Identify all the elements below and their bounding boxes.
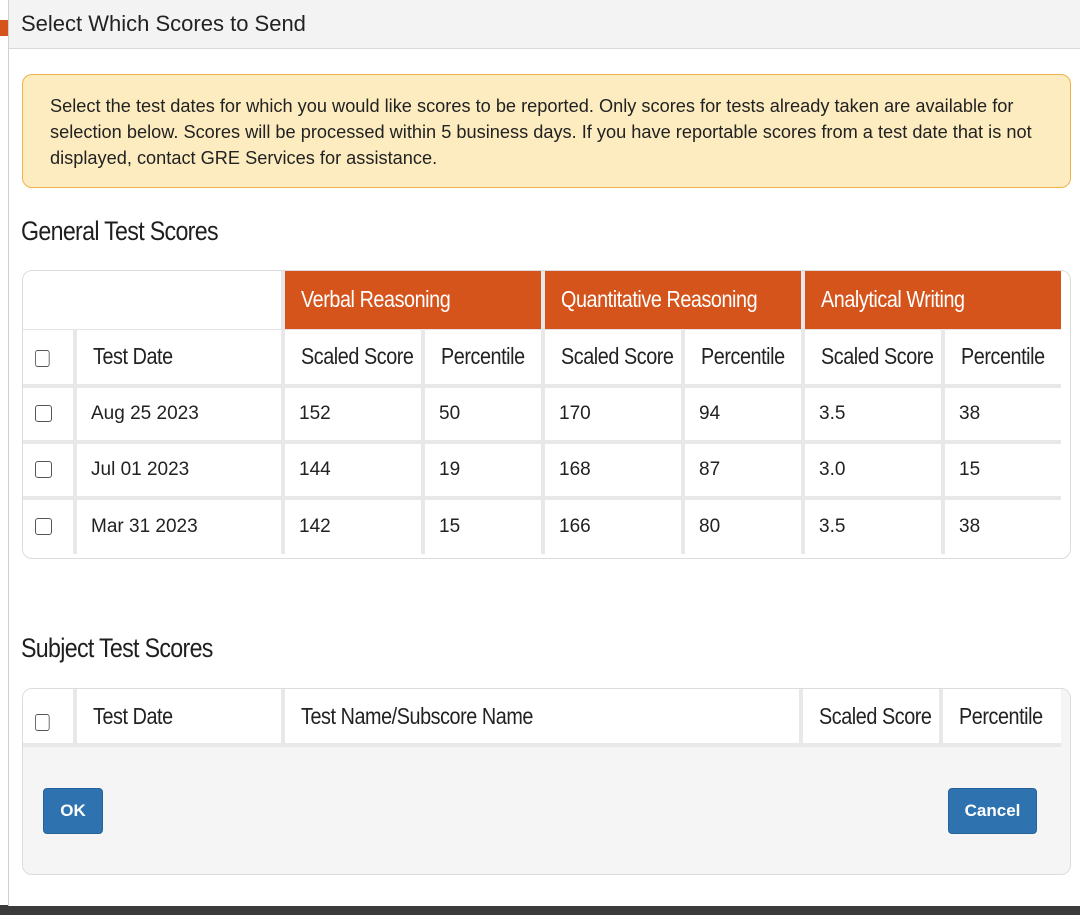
subject-test-scores-heading: Subject Test Scores: [21, 633, 213, 663]
quantitative-reasoning-header: Quantitative Reasoning: [543, 271, 806, 329]
subject-scores-table: Test Date Test Name/Subscore Name Scaled…: [23, 689, 1061, 747]
row-select-cell: [23, 384, 77, 442]
row-select-cell: [23, 440, 77, 498]
quant-percentile-cell: 80: [683, 496, 806, 554]
writing-percentile-cell: 15: [943, 440, 1062, 498]
general-scores-table: Verbal Reasoning Quantitative Reasoning …: [22, 270, 1071, 559]
writing-scaled-cell: 3.5: [803, 384, 946, 442]
verbal-reasoning-header: Verbal Reasoning: [283, 271, 546, 329]
test-name-header: Test Name/Subscore Name: [283, 689, 803, 747]
quant-percentile-cell: 94: [683, 384, 806, 442]
verbal-percentile-cell: 50: [423, 384, 546, 442]
row-select-cell: [23, 496, 77, 554]
verbal-percentile-cell: 15: [423, 496, 546, 554]
select-all-checkbox[interactable]: [35, 349, 50, 367]
table-row: Mar 31 2023 142 15 166 80 3.5 38: [23, 496, 1062, 554]
row-checkbox[interactable]: [35, 518, 52, 536]
background-bottom: [0, 905, 1080, 915]
writing-percentile-header: Percentile: [943, 328, 1062, 386]
select-all-cell: [23, 328, 77, 386]
quant-percentile-cell: 87: [683, 440, 806, 498]
group-header-spacer: [23, 271, 285, 329]
writing-percentile-cell: 38: [943, 384, 1062, 442]
quant-scaled-cell: 170: [543, 384, 686, 442]
verbal-percentile-header: Percentile: [423, 328, 546, 386]
writing-scaled-header: Scaled Score: [803, 328, 946, 386]
writing-percentile-cell: 38: [943, 496, 1062, 554]
subject-percentile-header: Percentile: [941, 689, 1061, 747]
test-date-header: Test Date: [75, 328, 285, 386]
table-row: Jul 01 2023 144 19 168 87 3.0 15: [23, 440, 1062, 498]
subject-select-all-cell: [23, 689, 77, 747]
test-date-cell: Aug 25 2023: [75, 384, 285, 442]
quant-scaled-cell: 168: [543, 440, 686, 498]
test-date-cell: Mar 31 2023: [75, 496, 285, 554]
cancel-button[interactable]: Cancel: [948, 788, 1037, 834]
verbal-percentile-cell: 19: [423, 440, 546, 498]
verbal-scaled-cell: 142: [283, 496, 425, 554]
background-accent: [0, 20, 8, 36]
row-checkbox[interactable]: [35, 461, 52, 479]
subject-test-date-header: Test Date: [75, 689, 285, 747]
analytical-writing-header: Analytical Writing: [803, 271, 1062, 329]
quant-percentile-header: Percentile: [683, 328, 806, 386]
verbal-scaled-cell: 152: [283, 384, 425, 442]
dialog-header: Select Which Scores to Send: [9, 0, 1080, 49]
quant-scaled-header: Scaled Score: [543, 328, 686, 386]
score-select-dialog: Select Which Scores to Send Select the t…: [8, 0, 1080, 906]
quant-scaled-cell: 166: [543, 496, 686, 554]
dialog-title: Select Which Scores to Send: [21, 11, 306, 36]
test-date-cell: Jul 01 2023: [75, 440, 285, 498]
general-test-scores-heading: General Test Scores: [21, 216, 219, 246]
verbal-scaled-header: Scaled Score: [283, 328, 425, 386]
info-alert: Select the test dates for which you woul…: [22, 74, 1071, 188]
row-checkbox[interactable]: [35, 405, 52, 423]
verbal-scaled-cell: 144: [283, 440, 425, 498]
writing-scaled-cell: 3.0: [803, 440, 946, 498]
table-row: Aug 25 2023 152 50 170 94 3.5 38: [23, 384, 1062, 442]
ok-button[interactable]: OK: [43, 788, 103, 834]
writing-scaled-cell: 3.5: [803, 496, 946, 554]
subject-select-all-checkbox[interactable]: [35, 714, 50, 732]
subject-scores-panel: Test Date Test Name/Subscore Name Scaled…: [22, 688, 1071, 875]
subject-scaled-header: Scaled Score: [801, 689, 943, 747]
